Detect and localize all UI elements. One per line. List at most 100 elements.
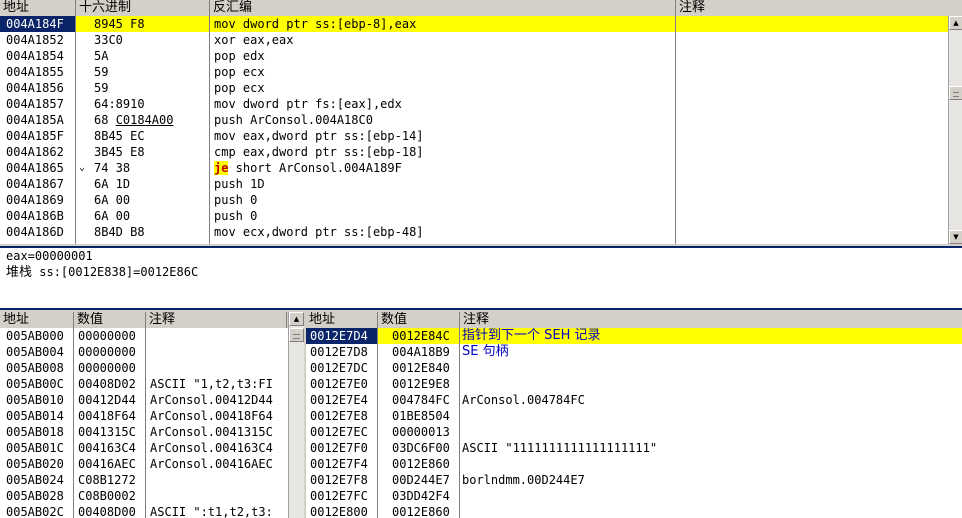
dump-value: 00408D00 — [78, 505, 136, 518]
stack-col-header-address[interactable]: 地址 — [306, 312, 378, 328]
dump-col-header-comment[interactable]: 注释 — [146, 312, 287, 328]
disasm-hex: 74 38 — [94, 161, 131, 175]
stack-row[interactable]: 0012E7F0 03DC6F00 ASCII "11111111111111111… — [306, 440, 962, 456]
stack-comment — [462, 360, 960, 376]
stack-col-header-comment[interactable]: 注释 — [460, 312, 962, 328]
dump-row[interactable]: 005AB02C 00408D00 ASCII ":t1,t2,t3: — [0, 504, 288, 518]
disasm-address: 004A1857 — [6, 97, 64, 111]
disasm-instruction: xor eax,eax — [214, 33, 294, 47]
disasm-hex: 6A 00 — [94, 193, 131, 207]
disasm-row[interactable]: 004A185A 68 C0184A00 push ArConsol.004A18C… — [0, 112, 948, 128]
disasm-instruction: mov dword ptr ss:[ebp-8],eax — [214, 17, 417, 31]
disasm-address: 004A1862 — [6, 145, 64, 159]
stack-address: 0012E7D4 — [306, 328, 377, 344]
disasm-hex: 59 — [94, 81, 109, 95]
col-header-address[interactable]: 地址 — [0, 0, 76, 16]
stack-col-header-value[interactable]: 数值 — [378, 312, 460, 328]
stack-comment: ArConsol.004784FC — [462, 393, 585, 407]
disasm-row[interactable]: 004A1862 3B45 E8 cmp eax,dword ptr ss:[ebp… — [0, 144, 948, 160]
disasm-address: 004A1856 — [6, 81, 64, 95]
stack-row[interactable]: 0012E7EC 00000013 — [306, 424, 962, 440]
scroll-up-button[interactable]: ▲ — [949, 16, 962, 30]
stack-row[interactable]: 0012E7F8 00D244E7 borlndmm.00D244E7 — [306, 472, 962, 488]
stack-row[interactable]: 0012E7D4 0012E84C 指针到下一个 SEH 记录 — [306, 328, 962, 344]
stack-row[interactable]: 0012E7D8 004A18B9 SE 句柄 — [306, 344, 962, 360]
stack-value: 0012E9E8 — [392, 377, 450, 391]
dump-col-header-address[interactable]: 地址 — [0, 312, 74, 328]
dump-row[interactable]: 005AB014 00418F64 ArConsol.00418F64 — [0, 408, 288, 424]
dump-row[interactable]: 005AB004 00000000 — [0, 344, 288, 360]
dump-address: 005AB020 — [6, 457, 64, 471]
stack-comment: 指针到下一个 SEH 记录 — [462, 328, 601, 343]
dump-value: 00408D02 — [78, 377, 136, 391]
disasm-instruction: je short ArConsol.004A189F — [214, 160, 674, 176]
stack-pane: 地址 数值 注释 0012E7D4 0012E84C 指针到下一个 SEH 记录 00… — [306, 312, 962, 518]
dump-row[interactable]: 005AB028 C08B0002 — [0, 488, 288, 504]
dump-value: 00418F64 — [78, 409, 136, 423]
dump-row[interactable]: 005AB01C 004163C4 ArConsol.004163C4 — [0, 440, 288, 456]
disasm-row[interactable]: 004A1867 6A 1D push 1D — [0, 176, 948, 192]
dump-pane: 地址 数值 注释 005AB000 00000000 005AB004 0000000… — [0, 312, 304, 518]
col-header-comment[interactable]: 注释 — [676, 0, 962, 16]
disasm-row[interactable]: 004A185F 8B45 EC mov eax,dword ptr ss:[ebp… — [0, 128, 948, 144]
scroll-down-button[interactable]: ▼ — [949, 230, 962, 244]
disasm-row[interactable]: 004A1854 5A pop edx — [0, 48, 948, 64]
disasm-row[interactable]: 004A186B 6A 00 push 0 — [0, 208, 948, 224]
stack-value: 0012E840 — [392, 361, 450, 375]
stack-comment: ASCII "1111111111111111111" — [462, 441, 658, 455]
stack-address: 0012E7EC — [310, 425, 368, 439]
disasm-instruction: mov ecx,dword ptr ss:[ebp-48] — [214, 225, 424, 239]
col-header-disassembly[interactable]: 反汇编 — [210, 0, 676, 16]
scroll-thumb[interactable] — [289, 328, 304, 342]
dump-comment: ArConsol.004163C4 — [150, 441, 273, 455]
disasm-hex: 3B45 E8 — [94, 145, 145, 159]
dump-row[interactable]: 005AB00C 00408D02 ASCII "1,t2,t3:FI — [0, 376, 288, 392]
dump-col-header-value[interactable]: 数值 — [74, 312, 146, 328]
disasm-row[interactable]: 004A186D 8B4D B8 mov ecx,dword ptr ss:[ebp… — [0, 224, 948, 240]
disasm-row[interactable]: 004A1869 6A 00 push 0 — [0, 192, 948, 208]
disasm-hex: 33C0 — [94, 33, 123, 47]
stack-row[interactable]: 0012E7FC 03DD42F4 — [306, 488, 962, 504]
dump-row[interactable]: 005AB000 00000000 — [0, 328, 288, 344]
dump-value: 0041315C — [78, 425, 136, 439]
disasm-row[interactable]: 004A1852 33C0 xor eax,eax — [0, 32, 948, 48]
dump-value: 00412D44 — [78, 393, 136, 407]
scroll-thumb[interactable] — [949, 86, 962, 100]
disasm-instruction: mov eax,dword ptr ss:[ebp-14] — [214, 129, 424, 143]
disasm-row[interactable]: 004A1855 59 pop ecx — [0, 64, 948, 80]
col-divider — [675, 16, 676, 244]
stack-row[interactable]: 0012E7E4 004784FC ArConsol.004784FC — [306, 392, 962, 408]
dump-comment: ArConsol.00412D44 — [150, 393, 273, 407]
dump-scrollbar[interactable]: ▲ — [288, 312, 304, 518]
disasm-row[interactable]: 004A1856 59 pop ecx — [0, 80, 948, 96]
disasm-instruction: push 0 — [214, 193, 258, 207]
dump-listing[interactable]: 005AB000 00000000 005AB004 00000000 005AB008… — [0, 328, 288, 518]
dump-address: 005AB008 — [6, 361, 64, 375]
stack-comment — [462, 456, 960, 472]
scroll-up-button[interactable]: ▲ — [289, 312, 304, 326]
stack-row[interactable]: 0012E7E0 0012E9E8 — [306, 376, 962, 392]
disasm-instruction: pop edx — [214, 49, 265, 63]
stack-row[interactable]: 0012E7E8 01BE8504 — [306, 408, 962, 424]
dump-address: 005AB004 — [6, 345, 64, 359]
stack-address: 0012E7F8 — [310, 473, 368, 487]
stack-listing[interactable]: 0012E7D4 0012E84C 指针到下一个 SEH 记录 0012E7D8 004… — [306, 328, 962, 518]
disassembly-scrollbar[interactable]: ▲ ▼ — [948, 16, 962, 244]
dump-row[interactable]: 005AB010 00412D44 ArConsol.00412D44 — [0, 392, 288, 408]
disasm-row[interactable]: 004A1857 64:8910 mov dword ptr fs:[eax],ed… — [0, 96, 948, 112]
dump-row[interactable]: 005AB008 00000000 — [0, 360, 288, 376]
disasm-row[interactable]: 004A184F 8945 F8 mov dword ptr ss:[ebp-8],… — [0, 16, 948, 32]
stack-row[interactable]: 0012E7F4 0012E860 — [306, 456, 962, 472]
stack-row[interactable]: 0012E7DC 0012E840 — [306, 360, 962, 376]
dump-row[interactable]: 005AB018 0041315C ArConsol.0041315C — [0, 424, 288, 440]
stack-value: 00D244E7 — [392, 473, 450, 487]
disassembly-listing[interactable]: 004A184F 8945 F8 mov dword ptr ss:[ebp-8],… — [0, 16, 948, 244]
jump-arrow-icon: ⌄ — [78, 162, 86, 173]
stack-value: 03DD42F4 — [392, 489, 450, 503]
dump-row[interactable]: 005AB020 00416AEC ArConsol.00416AEC — [0, 456, 288, 472]
disasm-row[interactable]: 004A1865 ⌄ 74 38 je short ArConsol.004A189F — [0, 160, 948, 176]
col-header-hex[interactable]: 十六进制 — [76, 0, 210, 16]
stack-row[interactable]: 0012E800 0012E860 — [306, 504, 962, 518]
dump-row[interactable]: 005AB024 C08B1272 — [0, 472, 288, 488]
dump-value: C08B0002 — [78, 489, 136, 503]
